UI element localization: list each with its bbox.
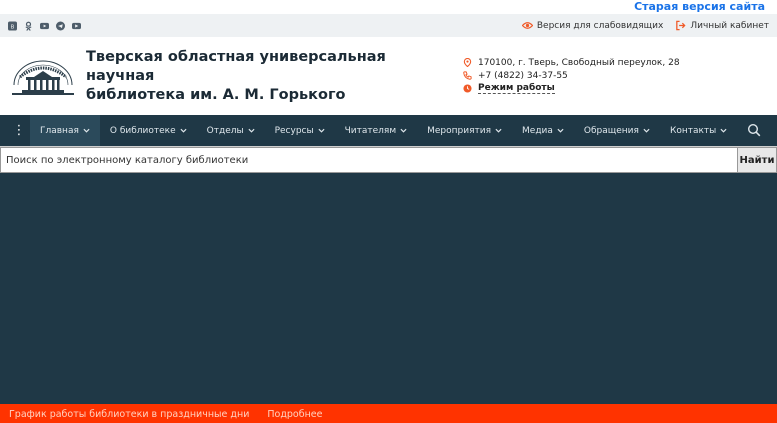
address-row: 170100, г. Тверь, Свободный переулок, 28 xyxy=(463,56,680,69)
top-strip: Старая версия сайта xyxy=(0,0,777,14)
phone-icon xyxy=(463,71,472,80)
announcement-text[interactable]: График работы библиотеки в праздничные д… xyxy=(9,406,249,423)
vk-icon[interactable]: B xyxy=(8,21,17,30)
chevron-down-icon xyxy=(180,128,187,133)
nav-item-label: Читателям xyxy=(344,125,397,136)
nav-item-contacts[interactable]: Контакты xyxy=(660,115,737,146)
rutube-icon[interactable] xyxy=(72,21,81,30)
chevron-down-icon xyxy=(248,128,255,133)
nav-item-media[interactable]: Медиа xyxy=(512,115,574,146)
catalog-search-input[interactable] xyxy=(0,147,737,173)
utility-links: Версия для слабовидящих Личный кабинет xyxy=(521,20,769,31)
hours-row: Режим работы xyxy=(463,82,680,95)
svg-text:B: B xyxy=(11,24,15,30)
search-icon[interactable] xyxy=(747,123,761,137)
hero-slider-area xyxy=(0,172,777,404)
address-text: 170100, г. Тверь, Свободный переулок, 28 xyxy=(478,57,680,68)
phone-row: +7 (4822) 34-37-55 xyxy=(463,69,680,82)
nav-item-departments[interactable]: Отделы xyxy=(197,115,265,146)
old-version-link[interactable]: Старая версия сайта xyxy=(634,0,765,14)
chevron-down-icon xyxy=(643,128,650,133)
account-link[interactable]: Личный кабинет xyxy=(675,20,769,31)
nav-item-label: Медиа xyxy=(522,125,553,136)
contacts-block: 170100, г. Тверь, Свободный переулок, 28… xyxy=(463,56,680,95)
chevron-down-icon xyxy=(557,128,564,133)
site-header: Тверская областная универсальная научная… xyxy=(0,37,777,115)
nav-item-events[interactable]: Мероприятия xyxy=(417,115,512,146)
site-title[interactable]: Тверская областная универсальная научная… xyxy=(86,48,426,105)
nav-item-appeals[interactable]: Обращения xyxy=(574,115,660,146)
nav-item-label: Мероприятия xyxy=(427,125,492,136)
nav-item-home[interactable]: Главная xyxy=(30,115,100,146)
menu-dots-icon[interactable]: ⋮ xyxy=(8,115,30,146)
accessibility-link[interactable]: Версия для слабовидящих xyxy=(521,20,664,31)
site-title-line2: библиотека им. А. М. Горького xyxy=(86,86,346,103)
nav-item-about[interactable]: О библиотеке xyxy=(100,115,197,146)
library-logo[interactable] xyxy=(8,55,78,97)
account-label: Личный кабинет xyxy=(690,20,769,31)
nav-item-readers[interactable]: Читателям xyxy=(335,115,418,146)
search-button[interactable]: Найти xyxy=(737,147,777,173)
location-pin-icon xyxy=(463,58,472,67)
hours-link[interactable]: Режим работы xyxy=(478,83,555,94)
eye-icon xyxy=(521,22,533,29)
nav-item-label: Контакты xyxy=(669,125,717,136)
nav-item-label: Отделы xyxy=(206,125,244,136)
clock-icon xyxy=(463,84,472,93)
phone-link[interactable]: +7 (4822) 34-37-55 xyxy=(478,71,568,81)
chevron-down-icon xyxy=(720,128,727,133)
utility-bar: B Версия для слабовидящих Личный кабинет xyxy=(0,14,777,37)
ok-icon[interactable] xyxy=(24,21,33,31)
accessibility-label: Версия для слабовидящих xyxy=(536,20,664,31)
site-title-line1: Тверская областная универсальная научная xyxy=(86,48,386,84)
chevron-down-icon xyxy=(400,128,407,133)
login-icon xyxy=(676,20,686,31)
chevron-down-icon xyxy=(495,128,502,133)
chevron-down-icon xyxy=(83,128,90,133)
nav-item-label: Главная xyxy=(40,125,79,136)
announcement-more-link[interactable]: Подробнее xyxy=(267,406,322,423)
nav-item-resources[interactable]: Ресурсы xyxy=(265,115,335,146)
youtube-icon[interactable] xyxy=(40,21,49,30)
telegram-icon[interactable] xyxy=(56,21,65,30)
announcement-banner: График работы библиотеки в праздничные д… xyxy=(0,404,777,423)
nav-item-label: Обращения xyxy=(583,125,639,136)
nav-item-label: Ресурсы xyxy=(274,125,314,136)
nav-item-label: О библиотеке xyxy=(109,125,176,136)
chevron-down-icon xyxy=(318,128,325,133)
social-links: B xyxy=(8,21,81,31)
main-nav: ⋮ Главная О библиотеке Отделы Ресурсы Чи… xyxy=(0,115,777,146)
catalog-search-bar: Найти xyxy=(0,146,777,173)
